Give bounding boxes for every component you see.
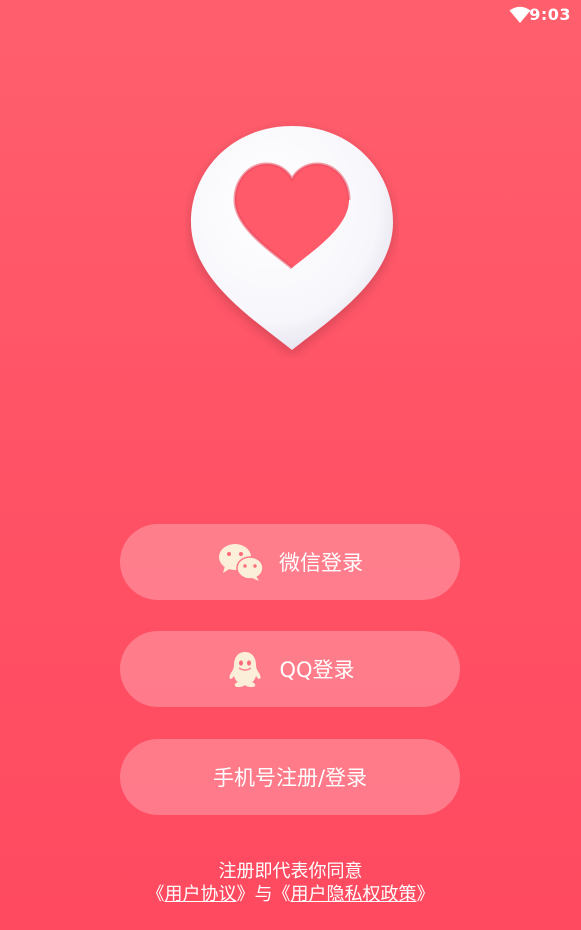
qq-login-button[interactable]: QQ登录 xyxy=(120,631,460,707)
phone-login-button[interactable]: 手机号注册/登录 xyxy=(120,739,460,815)
wifi-icon xyxy=(509,6,531,23)
agreement-line1: 注册即代表你同意 xyxy=(218,861,363,882)
wechat-login-label: 微信登录 xyxy=(279,551,363,575)
agreement-conjunction: 与 xyxy=(254,884,273,905)
user-agreement-link[interactable]: 用户协议 xyxy=(165,884,237,905)
bracket-close-1: 》 xyxy=(236,884,255,905)
agreement-line2: 《用户协议》与《用户隐私权政策》 xyxy=(0,883,581,906)
bracket-open-1: 《 xyxy=(146,884,165,905)
bracket-close-2: 》 xyxy=(416,884,435,905)
login-screen: 9:03 微信登录 QQ登录 手机号注册/登录 注册即代表你同意 《用户协议》与… xyxy=(0,0,581,930)
qq-login-label: QQ登录 xyxy=(279,658,355,682)
agreement-notice: 注册即代表你同意 《用户协议》与《用户隐私权政策》 xyxy=(0,860,581,906)
bracket-open-2: 《 xyxy=(272,884,291,905)
qq-penguin-icon xyxy=(225,649,265,689)
privacy-policy-link[interactable]: 用户隐私权政策 xyxy=(291,884,417,905)
wechat-login-button[interactable]: 微信登录 xyxy=(120,524,460,600)
wechat-icon xyxy=(217,542,265,582)
status-time: 9:03 xyxy=(529,5,571,24)
phone-login-label: 手机号注册/登录 xyxy=(212,766,368,790)
heart-pin-logo xyxy=(191,126,393,350)
status-bar: 9:03 xyxy=(0,0,581,30)
